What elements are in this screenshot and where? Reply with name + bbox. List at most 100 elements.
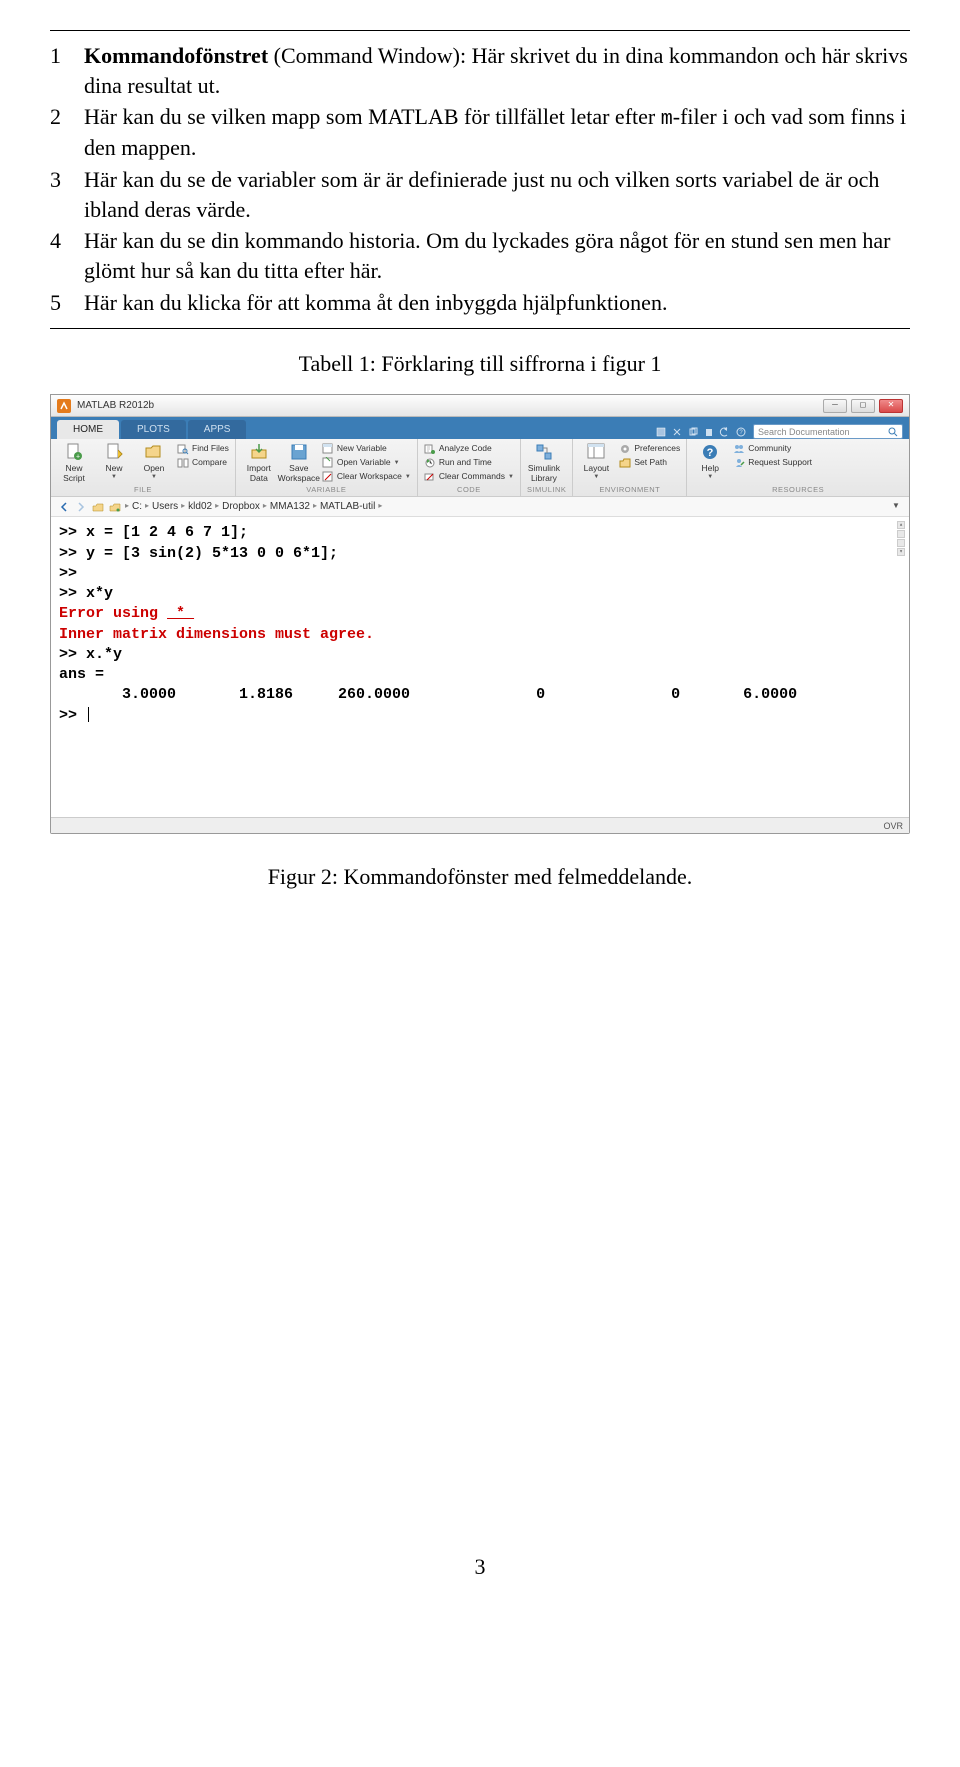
open-variable-button[interactable]: Open Variable▼ [322,456,411,469]
console-line: >> x = [1 2 4 6 7 1]; [59,523,901,543]
quick-undo-icon[interactable] [718,425,732,439]
scrollbar[interactable]: ▴▾ [897,521,907,556]
quick-copy-icon[interactable] [686,425,700,439]
support-icon [733,457,745,469]
list-num: 5 [50,288,84,318]
tab-home[interactable]: HOME [57,420,119,440]
console-line: >> x.*y [59,645,901,665]
close-button[interactable]: ✕ [879,399,903,413]
help-icon: ? [699,442,721,462]
list-num: 4 [50,226,84,285]
new-icon [103,442,125,462]
console-line: >> y = [3 sin(2) 5*13 0 0 6*1]; [59,544,901,564]
search-icon [888,427,898,437]
console-line: 3.0000 1.8186 260.0000 0 0 6.0000 [59,685,901,705]
page-number: 3 [50,1552,910,1582]
find-files-button[interactable]: Find Files [177,442,229,455]
tab-plots[interactable]: PLOTS [121,420,186,440]
list-item: 5 Här kan du klicka för att komma åt den… [50,288,910,318]
nav-up-icon[interactable] [91,500,105,514]
matlab-icon [57,399,71,413]
group-variable: Import Data Save Workspace New Variable … [236,439,418,496]
help-button[interactable]: ? Help▼ [693,442,727,480]
quick-help-icon[interactable]: ? [734,425,748,439]
pathbar: ▸ C:▸ Users▸ kld02▸ Dropbox▸ MMA132▸ MAT… [51,497,909,517]
setpath-icon [619,457,631,469]
quick-save-icon[interactable] [654,425,668,439]
list-item: 4 Här kan du se din kommando historia. O… [50,226,910,285]
open-button[interactable]: Open▼ [137,442,171,480]
list-item: 1 Kommandofönstret (Command Window): Här… [50,41,910,100]
layout-icon [585,442,607,462]
table-caption: Tabell 1: Förklaring till siffrorna i fi… [50,349,910,379]
nav-forward-icon[interactable] [74,500,88,514]
save-ws-icon [288,442,310,462]
cursor [88,707,89,722]
path-dropdown-icon[interactable]: ▼ [889,500,903,514]
quick-cut-icon[interactable] [670,425,684,439]
clear-cmd-icon [424,471,436,483]
list-num: 3 [50,165,84,224]
status-ovr: OVR [883,820,903,832]
new-script-button[interactable]: + New Script [57,442,91,483]
find-files-icon [177,443,189,455]
layout-button[interactable]: Layout▼ [579,442,613,480]
toolstrip: + New Script New▼ Open▼ Find Files [51,439,909,497]
analyze-code-button[interactable]: Analyze Code [424,442,514,455]
numbered-list: 1 Kommandofönstret (Command Window): Här… [50,30,910,329]
titlebar: MATLAB R2012b ─ ◻ ✕ [51,395,909,417]
group-environment: Layout▼ Preferences Set Path ENVIRONMENT [573,439,687,496]
new-var-icon [322,443,334,455]
analyze-icon [424,443,436,455]
breadcrumb[interactable]: ▸ C:▸ Users▸ kld02▸ Dropbox▸ MMA132▸ MAT… [125,500,886,514]
clear-workspace-button[interactable]: Clear Workspace▼ [322,470,411,483]
group-resources: ? Help▼ Community Request Support RESOUR… [687,439,909,496]
open-icon [143,442,165,462]
compare-icon [177,457,189,469]
community-button[interactable]: Community [733,442,812,455]
window-title: MATLAB R2012b [77,399,154,413]
minimize-button[interactable]: ─ [823,399,847,413]
list-num: 1 [50,41,84,100]
compare-button[interactable]: Compare [177,456,229,469]
window-buttons: ─ ◻ ✕ [823,399,903,413]
community-icon [733,443,745,455]
set-path-button[interactable]: Set Path [619,456,680,469]
list-num: 2 [50,102,84,163]
quick-paste-icon[interactable] [702,425,716,439]
clear-ws-icon [322,471,334,483]
nav-back-icon[interactable] [57,500,71,514]
simulink-button[interactable]: Simulink Library [527,442,561,483]
command-window[interactable]: ▴▾ >> x = [1 2 4 6 7 1]; >> y = [3 sin(2… [51,517,909,817]
run-time-button[interactable]: Run and Time [424,456,514,469]
import-icon [248,442,270,462]
console-line: ans = [59,665,901,685]
console-line: >> [59,564,901,584]
preferences-button[interactable]: Preferences [619,442,680,455]
list-bold: Kommandofönstret [84,43,268,68]
save-workspace-button[interactable]: Save Workspace [282,442,316,483]
console-error: Error using * [59,604,901,624]
list-item: 3 Här kan du se de variabler som är är d… [50,165,910,224]
runtime-icon [424,457,436,469]
tabstrip: HOME PLOTS APPS ? Search Documentation [51,417,909,439]
new-script-icon: + [63,442,85,462]
import-data-button[interactable]: Import Data [242,442,276,483]
new-variable-button[interactable]: New Variable [322,442,411,455]
group-simulink: Simulink Library SIMULINK [521,439,573,496]
new-button[interactable]: New▼ [97,442,131,480]
search-input[interactable]: Search Documentation [753,424,903,439]
search-placeholder: Search Documentation [758,426,850,438]
console-line: >> x*y [59,584,901,604]
nav-browse-icon[interactable] [108,500,122,514]
figure-caption: Figur 2: Kommandofönster med felmeddelan… [50,862,910,892]
maximize-button[interactable]: ◻ [851,399,875,413]
matlab-window: MATLAB R2012b ─ ◻ ✕ HOME PLOTS APPS ? Se… [50,394,910,834]
tab-apps[interactable]: APPS [188,420,247,440]
console-prompt: >> [59,706,901,726]
svg-text:+: + [76,454,80,461]
statusbar: OVR [51,817,909,833]
request-support-button[interactable]: Request Support [733,456,812,469]
simulink-icon [533,442,555,462]
clear-commands-button[interactable]: Clear Commands▼ [424,470,514,483]
